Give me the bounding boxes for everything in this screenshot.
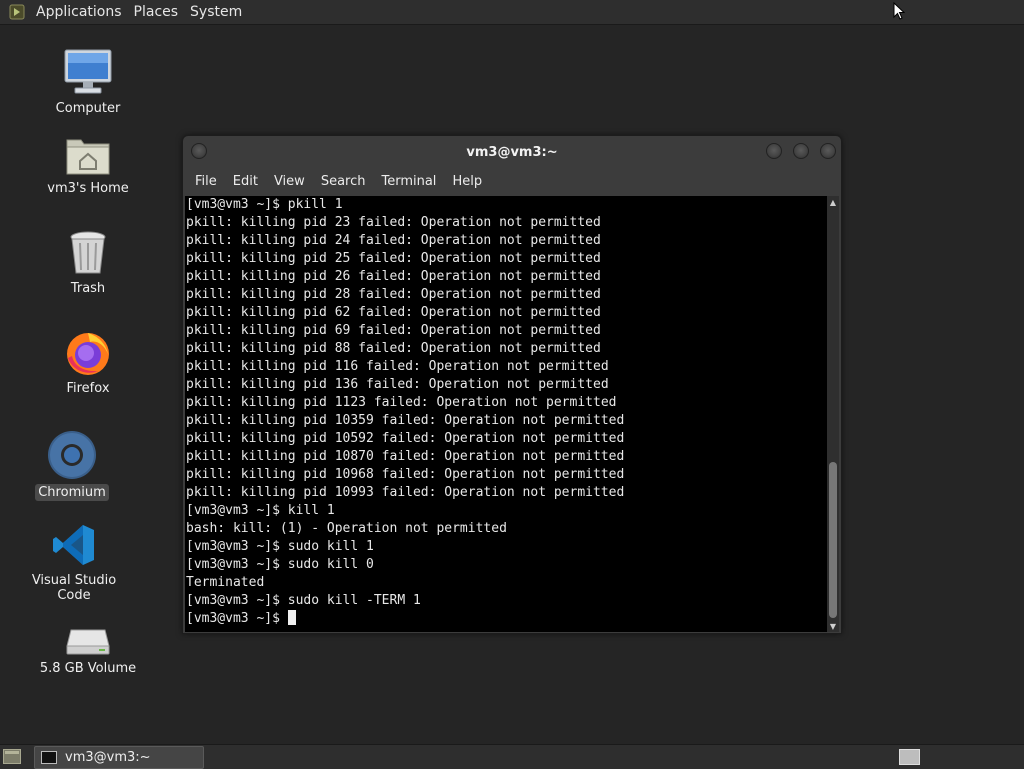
desktop-icon-label: vm3's Home: [47, 181, 129, 196]
scroll-down-icon[interactable]: ▼: [827, 620, 839, 632]
terminal-line: pkill: killing pid 116 failed: Operation…: [186, 359, 609, 374]
desktop-icon-label: Trash: [70, 281, 106, 296]
scrollbar-thumb[interactable]: [829, 462, 837, 618]
firefox-icon: [33, 324, 143, 376]
terminal-line: [vm3@vm3 ~]$ kill 1: [186, 503, 335, 518]
terminal-line: pkill: killing pid 10359 failed: Operati…: [186, 413, 625, 428]
window-menu-button[interactable]: [191, 143, 207, 159]
desktop-icon-label: Chromium: [35, 484, 109, 501]
terminal-line: [vm3@vm3 ~]$ sudo kill 0: [186, 557, 374, 572]
terminal-line: pkill: killing pid 69 failed: Operation …: [186, 323, 601, 338]
desktop-icon-label: Visual Studio Code: [31, 573, 117, 603]
menu-view[interactable]: View: [266, 168, 313, 196]
menu-help[interactable]: Help: [444, 168, 490, 196]
home-folder-icon: [33, 124, 143, 176]
desktop-icon-trash[interactable]: Trash: [33, 224, 143, 297]
desktop-icon-home[interactable]: vm3's Home: [33, 124, 143, 197]
menu-search[interactable]: Search: [313, 168, 374, 196]
taskbar-terminal-button[interactable]: vm3@vm3:~: [34, 746, 204, 769]
window-title: vm3@vm3:~: [466, 144, 558, 160]
desktop-icon-label: 5.8 GB Volume: [39, 661, 137, 676]
scroll-up-icon[interactable]: ▲: [827, 196, 839, 208]
desktop-icon-firefox[interactable]: Firefox: [33, 324, 143, 397]
terminal-line: pkill: killing pid 23 failed: Operation …: [186, 215, 601, 230]
bottom-panel: vm3@vm3:~: [0, 744, 1024, 769]
terminal-line: pkill: killing pid 24 failed: Operation …: [186, 233, 601, 248]
top-panel: Applications Places System: [0, 0, 1024, 25]
terminal-line: pkill: killing pid 62 failed: Operation …: [186, 305, 601, 320]
terminal-line: pkill: killing pid 25 failed: Operation …: [186, 251, 601, 266]
desktop-icon-computer[interactable]: Computer: [33, 44, 143, 117]
terminal-output[interactable]: [vm3@vm3 ~]$ pkill 1 pkill: killing pid 2…: [185, 196, 827, 632]
menu-file[interactable]: File: [187, 168, 225, 196]
desktop-icon-chromium[interactable]: Chromium: [17, 428, 127, 501]
terminal-window: vm3@vm3:~ File Edit View Search Terminal…: [182, 135, 842, 634]
desktop-icon-label: Firefox: [66, 381, 110, 396]
applications-menu[interactable]: Applications: [30, 4, 128, 20]
terminal-scrollbar[interactable]: ▲ ▼: [827, 196, 839, 632]
terminal-menubar: File Edit View Search Terminal Help: [183, 168, 841, 196]
applications-logo-icon[interactable]: [8, 3, 26, 21]
terminal-line: pkill: killing pid 26 failed: Operation …: [186, 269, 601, 284]
terminal-line: pkill: killing pid 28 failed: Operation …: [186, 287, 601, 302]
terminal-line: [vm3@vm3 ~]$ sudo kill -TERM 1: [186, 593, 421, 608]
computer-icon: [33, 44, 143, 96]
terminal-line: Terminated: [186, 575, 265, 590]
taskbar-task-label: vm3@vm3:~: [65, 750, 151, 765]
mouse-pointer-icon: [893, 1, 906, 24]
minimize-button[interactable]: [766, 143, 782, 159]
terminal-icon: [41, 751, 57, 764]
workspace-switcher[interactable]: [899, 749, 920, 765]
trash-icon: [33, 224, 143, 276]
terminal-prompt: [vm3@vm3 ~]$: [186, 611, 288, 626]
terminal-line: pkill: killing pid 136 failed: Operation…: [186, 377, 609, 392]
terminal-line: pkill: killing pid 88 failed: Operation …: [186, 341, 601, 356]
chromium-icon: [17, 428, 127, 480]
window-titlebar[interactable]: vm3@vm3:~: [183, 136, 841, 168]
desktop-icon-vscode[interactable]: Visual Studio Code: [19, 516, 129, 604]
terminal-prompt-line[interactable]: [vm3@vm3 ~]$: [186, 610, 827, 628]
text-cursor: [287, 610, 296, 625]
desktop-icon-volume[interactable]: 5.8 GB Volume: [33, 604, 143, 677]
close-button[interactable]: [820, 143, 836, 159]
terminal-line: pkill: killing pid 1123 failed: Operatio…: [186, 395, 617, 410]
terminal-line: pkill: killing pid 10592 failed: Operati…: [186, 431, 625, 446]
terminal-line: [vm3@vm3 ~]$ pkill 1: [186, 197, 343, 212]
terminal-lines: [vm3@vm3 ~]$ pkill 1 pkill: killing pid 2…: [185, 196, 827, 628]
menu-terminal[interactable]: Terminal: [373, 168, 444, 196]
menu-edit[interactable]: Edit: [225, 168, 266, 196]
terminal-line: pkill: killing pid 10993 failed: Operati…: [186, 485, 625, 500]
terminal-line: bash: kill: (1) - Operation not permitte…: [186, 521, 507, 536]
terminal-line: pkill: killing pid 10968 failed: Operati…: [186, 467, 625, 482]
maximize-button[interactable]: [793, 143, 809, 159]
drive-icon: [33, 604, 143, 656]
system-menu[interactable]: System: [184, 4, 248, 20]
terminal-line: [vm3@vm3 ~]$ sudo kill 1: [186, 539, 374, 554]
terminal-line: pkill: killing pid 10870 failed: Operati…: [186, 449, 625, 464]
vscode-icon: [19, 516, 129, 568]
desktop-icon-label: Computer: [55, 101, 121, 116]
places-menu[interactable]: Places: [128, 4, 185, 20]
show-desktop-icon[interactable]: [3, 749, 21, 764]
